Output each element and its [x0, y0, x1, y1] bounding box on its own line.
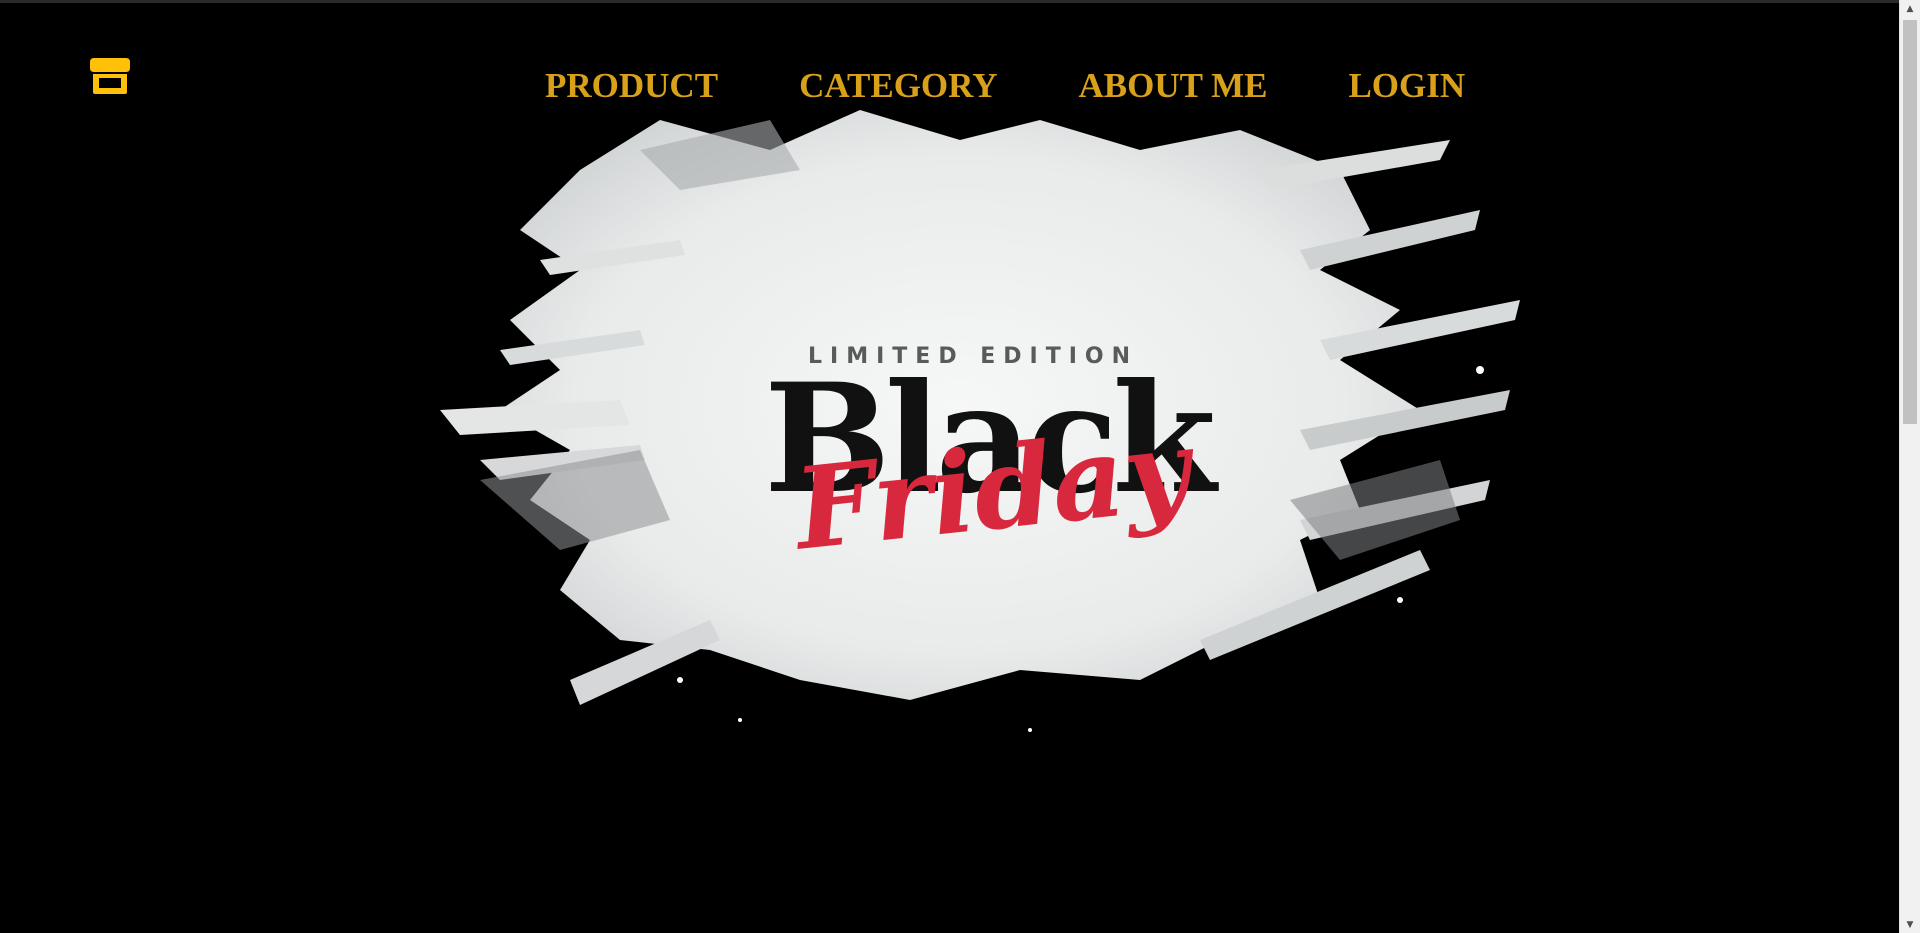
nav-product[interactable]: PRODUCT — [545, 66, 718, 106]
scrollbar-thumb[interactable] — [1903, 20, 1917, 424]
main-nav: PRODUCT CATEGORY ABOUT ME LOGIN — [545, 66, 1465, 106]
nav-about-me[interactable]: ABOUT ME — [1078, 66, 1267, 106]
store-icon[interactable] — [89, 54, 131, 96]
scroll-down-arrow-icon[interactable]: ▼ — [1900, 916, 1920, 933]
hero-banner: LIMITED EDITION Black Friday — [0, 0, 1899, 933]
site-header: PRODUCT CATEGORY ABOUT ME LOGIN — [0, 0, 1899, 130]
nav-login[interactable]: LOGIN — [1348, 66, 1465, 106]
vertical-scrollbar[interactable]: ▲ ▼ — [1899, 0, 1920, 933]
scroll-up-arrow-icon[interactable]: ▲ — [1900, 0, 1920, 17]
page: LIMITED EDITION Black Friday PRODUCT CAT… — [0, 0, 1920, 933]
nav-category[interactable]: CATEGORY — [799, 66, 997, 106]
